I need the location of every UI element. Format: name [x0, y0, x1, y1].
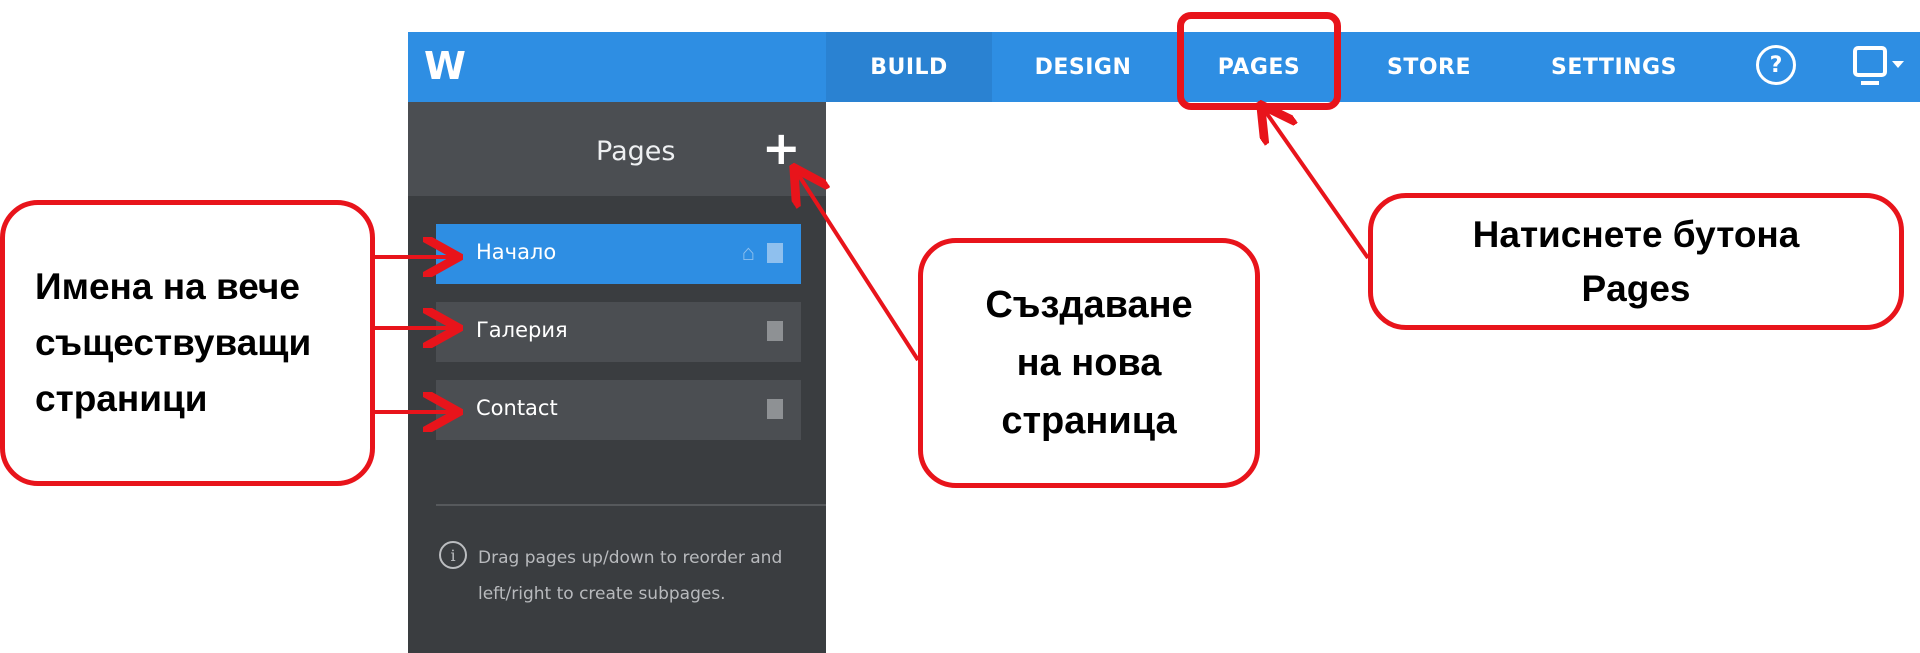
- callout-press-pages: Натиснете бутона Pages: [1368, 193, 1904, 330]
- callout-line: Имена на вече: [35, 266, 300, 307]
- callout-line: съществуващи: [35, 322, 312, 363]
- arrow-to-add-button: [796, 171, 920, 362]
- arrow-to-pages-tab: [1263, 108, 1370, 260]
- callout-line: на нова: [1016, 342, 1162, 384]
- callout-line: Натиснете бутона: [1472, 213, 1800, 255]
- callout-line: Pages: [1581, 267, 1691, 309]
- callout-line: страници: [35, 378, 208, 419]
- callout-existing-pages: Имена на вече съществуващи страници: [0, 200, 375, 486]
- callout-create-page: Създаване на нова страница: [918, 238, 1260, 488]
- callout-line: страница: [1001, 400, 1177, 442]
- pages-tab-highlight: [1177, 12, 1341, 110]
- callout-line: Създаване: [985, 284, 1193, 326]
